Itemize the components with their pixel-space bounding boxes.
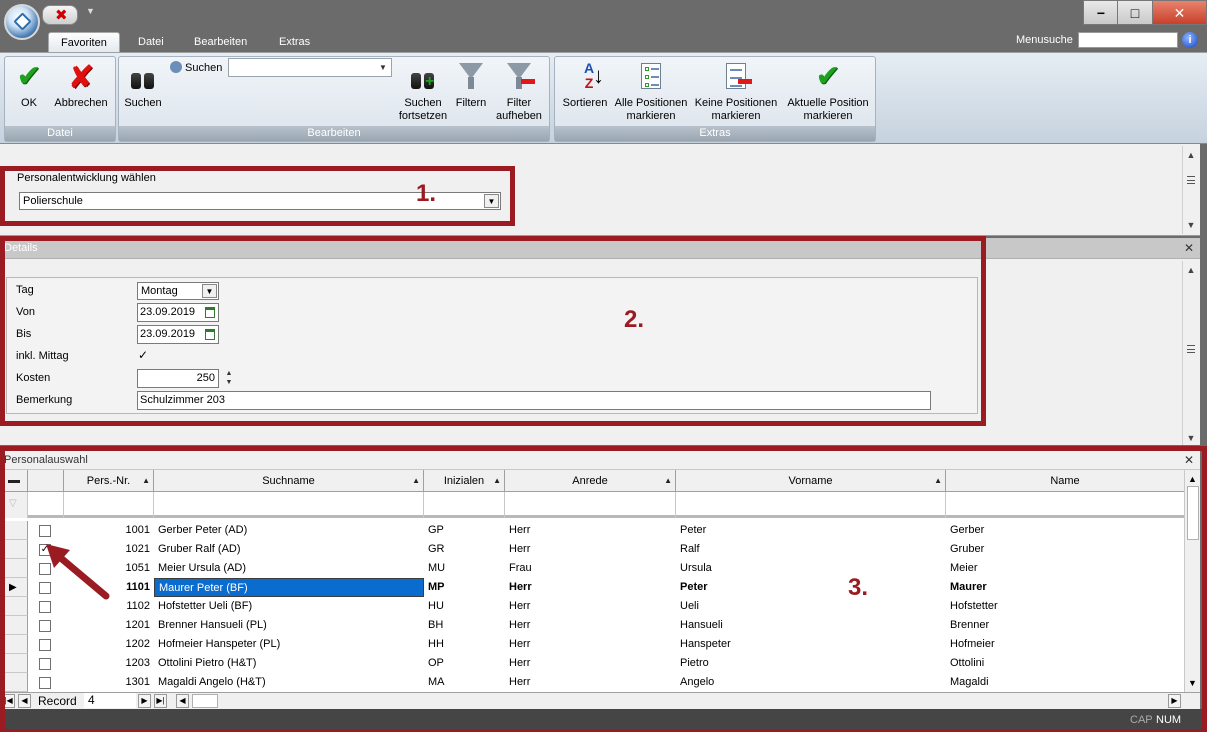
filter-aufheben-label-1: Filter [506, 97, 532, 109]
suchen-button-label: Suchen [124, 97, 162, 109]
sortieren-button-label: Sortieren [562, 97, 608, 109]
group-title-extras: Extras [555, 126, 875, 141]
scroll-grip-icon[interactable] [1187, 176, 1195, 184]
funnel-remove-icon [503, 61, 535, 93]
binoculars-plus-icon: + [407, 61, 439, 93]
scroll-up-icon[interactable]: ▲ [1185, 148, 1197, 162]
checkmark-icon: ✔ [815, 60, 841, 93]
filter-aufheben-label-2: aufheben [496, 110, 542, 122]
scroll-grip-icon[interactable] [1187, 345, 1195, 353]
help-icon[interactable]: i [1182, 32, 1198, 48]
scroll-down-icon[interactable]: ▼ [1185, 431, 1197, 445]
ribbon-group-datei: ✔ OK ✘ Abbrechen Datei [4, 56, 116, 142]
scroll-down-icon[interactable]: ▼ [1185, 218, 1197, 232]
aktuelle-position-label-1: Aktuelle Position [787, 97, 869, 109]
quick-access-close-button[interactable]: ✖ [42, 5, 78, 25]
suchen-small-label: Suchen [185, 62, 223, 74]
binoculars-icon [127, 61, 159, 93]
tab-datei[interactable]: Datei [126, 32, 176, 52]
app-menu-orb[interactable] [4, 4, 40, 40]
ribbon-group-extras: A Z ↓ Sortieren Alle Positionen markieren … [554, 56, 876, 142]
suchen-fortsetzen-label-2: fortsetzen [398, 110, 448, 122]
aktuelle-position-label-2: markieren [803, 110, 853, 122]
cross-icon: ✘ [67, 59, 95, 95]
keine-positionen-label-1: Keine Positionen [694, 97, 778, 109]
sortieren-button[interactable]: A Z ↓ Sortieren [557, 61, 613, 110]
group-title-datei: Datei [5, 126, 115, 141]
tab-extras[interactable]: Extras [267, 32, 322, 52]
ribbon-tabs: Favoriten Datei Bearbeiten Extras Menusu… [0, 30, 1207, 52]
checklist-all-icon [635, 61, 667, 93]
scroll-up-icon[interactable]: ▲ [1185, 263, 1197, 277]
annotation-arrow-icon [46, 544, 110, 600]
annotation-box-1 [0, 166, 515, 226]
annotation-number-3: 3. [848, 574, 869, 601]
suchen-fortsetzen-button[interactable]: + Suchen fortsetzen [391, 61, 455, 123]
maximize-button[interactable]: □ [1117, 0, 1153, 25]
filter-aufheben-button[interactable]: Filter aufheben [491, 61, 547, 123]
checklist-none-icon [720, 61, 752, 93]
aktuelle-position-button[interactable]: ✔ Aktuelle Position markieren [783, 61, 873, 123]
ok-button[interactable]: ✔ OK [11, 61, 47, 110]
annotation-number-2: 2. [624, 306, 645, 333]
title-bar: ✖ ▼ − □ ✕ [0, 0, 1207, 40]
window-close-button[interactable]: ✕ [1152, 0, 1207, 25]
close-icon: ✖ [55, 7, 68, 24]
suchen-button[interactable]: Suchen [121, 61, 165, 110]
group-title-bearbeiten: Bearbeiten [119, 126, 549, 141]
abbrechen-button[interactable]: ✘ Abbrechen [49, 61, 113, 110]
annotation-box-3 [0, 446, 1207, 732]
annotation-box-2 [0, 236, 986, 426]
person-search-icon [170, 61, 182, 73]
minimize-button[interactable]: − [1083, 0, 1119, 25]
tab-bearbeiten[interactable]: Bearbeiten [182, 32, 259, 52]
keine-positionen-button[interactable]: Keine Positionen markieren [691, 61, 781, 123]
alle-positionen-label-1: Alle Positionen [614, 97, 688, 109]
annotation-number-1: 1. [416, 180, 437, 207]
menusuche-label: Menusuche [1016, 34, 1073, 46]
filtern-button[interactable]: Filtern [453, 61, 489, 110]
suchen-fortsetzen-label-1: Suchen [404, 97, 442, 109]
funnel-icon [455, 61, 487, 93]
menusuche-input[interactable] [1078, 32, 1178, 48]
ribbon: ✔ OK ✘ Abbrechen Datei Suchen + Suchen f… [0, 52, 1207, 144]
suchen-combo[interactable]: ▼ [228, 58, 392, 77]
sort-az-icon: A Z ↓ [583, 60, 604, 91]
chevron-down-icon[interactable]: ▼ [377, 61, 389, 74]
details-close-icon[interactable]: ✕ [1184, 241, 1194, 255]
suchen-small-button[interactable]: Suchen [170, 61, 222, 74]
quick-access-dropdown-icon[interactable]: ▼ [86, 6, 95, 16]
ok-button-label: OK [21, 97, 37, 109]
details-scrollbar[interactable]: ▲ ▼ [1182, 261, 1199, 445]
alle-positionen-label-2: markieren [626, 110, 676, 122]
tab-favoriten[interactable]: Favoriten [48, 32, 120, 52]
filtern-button-label: Filtern [455, 97, 487, 109]
panel1-scrollbar[interactable]: ▲ ▼ [1182, 146, 1199, 234]
keine-positionen-label-2: markieren [711, 110, 761, 122]
checkmark-icon: ✔ [16, 60, 42, 93]
alle-positionen-button[interactable]: Alle Positionen markieren [611, 61, 691, 123]
cube-icon [13, 12, 32, 31]
abbrechen-button-label: Abbrechen [54, 97, 108, 109]
